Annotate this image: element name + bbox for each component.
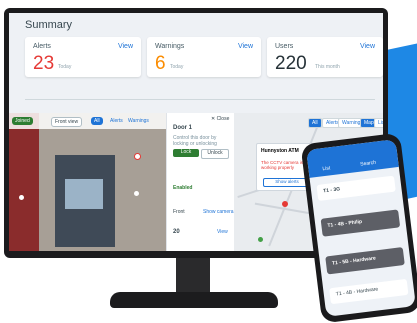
close-button[interactable]: ✕ Close bbox=[211, 116, 229, 122]
phone-tab-list[interactable]: List bbox=[322, 165, 330, 172]
users-label: Users bbox=[275, 43, 294, 50]
map-tab-all[interactable]: All bbox=[308, 118, 322, 128]
monitor-base bbox=[110, 292, 278, 308]
list-item[interactable]: T1 - 4B - Hardware bbox=[329, 278, 409, 305]
users-card[interactable]: Users View 220 This month bbox=[267, 37, 383, 77]
marker[interactable] bbox=[134, 153, 141, 160]
page-title: Summary bbox=[25, 19, 73, 31]
tab-alerts[interactable]: Alerts bbox=[107, 117, 126, 125]
alerts-view-link[interactable]: View bbox=[118, 43, 133, 50]
show-camera-link[interactable]: Show camera bbox=[203, 209, 234, 215]
marker[interactable] bbox=[134, 191, 139, 196]
alerts-period: Today bbox=[58, 64, 72, 70]
door-control-panel: ✕ Close Door 1 Control this door by lock… bbox=[166, 113, 235, 251]
users-period: This month bbox=[315, 64, 340, 70]
enabled-status: Enabled bbox=[173, 185, 193, 191]
alerts-card[interactable]: Alerts View 23 Today bbox=[25, 37, 141, 77]
users-count: 220 bbox=[275, 53, 307, 74]
phone-tab-search[interactable]: Search bbox=[360, 160, 376, 168]
door-title: Door 1 bbox=[173, 125, 193, 131]
list-item[interactable]: T1 - 3G bbox=[316, 175, 396, 201]
tab-warnings[interactable]: Warnings bbox=[125, 117, 152, 125]
phone-screen: List Search T1 - 3G T1 - 4B - Philip T1 … bbox=[306, 139, 416, 317]
divider bbox=[25, 99, 375, 100]
warnings-count: 6 bbox=[155, 53, 166, 74]
alerts-label: Alerts bbox=[33, 43, 51, 50]
monitor-stand bbox=[176, 258, 210, 294]
unlock-button[interactable]: Unlock bbox=[201, 149, 229, 159]
door-description: Control this door by locking or unlockin… bbox=[173, 135, 217, 147]
tab-all[interactable]: All bbox=[91, 117, 103, 125]
camera-feed: Joined Front view All Alerts Warnings bbox=[9, 113, 166, 251]
map-pin[interactable] bbox=[258, 237, 263, 242]
warnings-label: Warnings bbox=[155, 43, 185, 50]
count-view-link[interactable]: View bbox=[217, 229, 228, 235]
lock-button[interactable]: Lock bbox=[173, 149, 199, 157]
view-select[interactable]: Front view bbox=[51, 117, 83, 127]
count-value: 20 bbox=[173, 229, 180, 235]
camera-label: Front bbox=[173, 209, 185, 215]
warnings-view-link[interactable]: View bbox=[238, 43, 253, 50]
warnings-card[interactable]: Warnings View 6 Today bbox=[147, 37, 261, 77]
alerts-count: 23 bbox=[33, 53, 55, 74]
list-item[interactable]: T1 - 5B - Hardware bbox=[325, 247, 405, 275]
phone: List Search T1 - 3G T1 - 4B - Philip T1 … bbox=[300, 132, 417, 323]
joined-badge: Joined bbox=[12, 117, 33, 125]
atm-image bbox=[55, 155, 115, 247]
warnings-period: Today bbox=[170, 64, 184, 70]
map-tab-list[interactable]: List bbox=[374, 118, 383, 128]
marker[interactable] bbox=[19, 195, 24, 200]
list-item[interactable]: T1 - 4B - Philip bbox=[320, 209, 401, 237]
users-view-link[interactable]: View bbox=[360, 43, 375, 50]
map-pin[interactable] bbox=[282, 201, 288, 207]
popup-title: Hunnyston ATM bbox=[261, 148, 299, 154]
